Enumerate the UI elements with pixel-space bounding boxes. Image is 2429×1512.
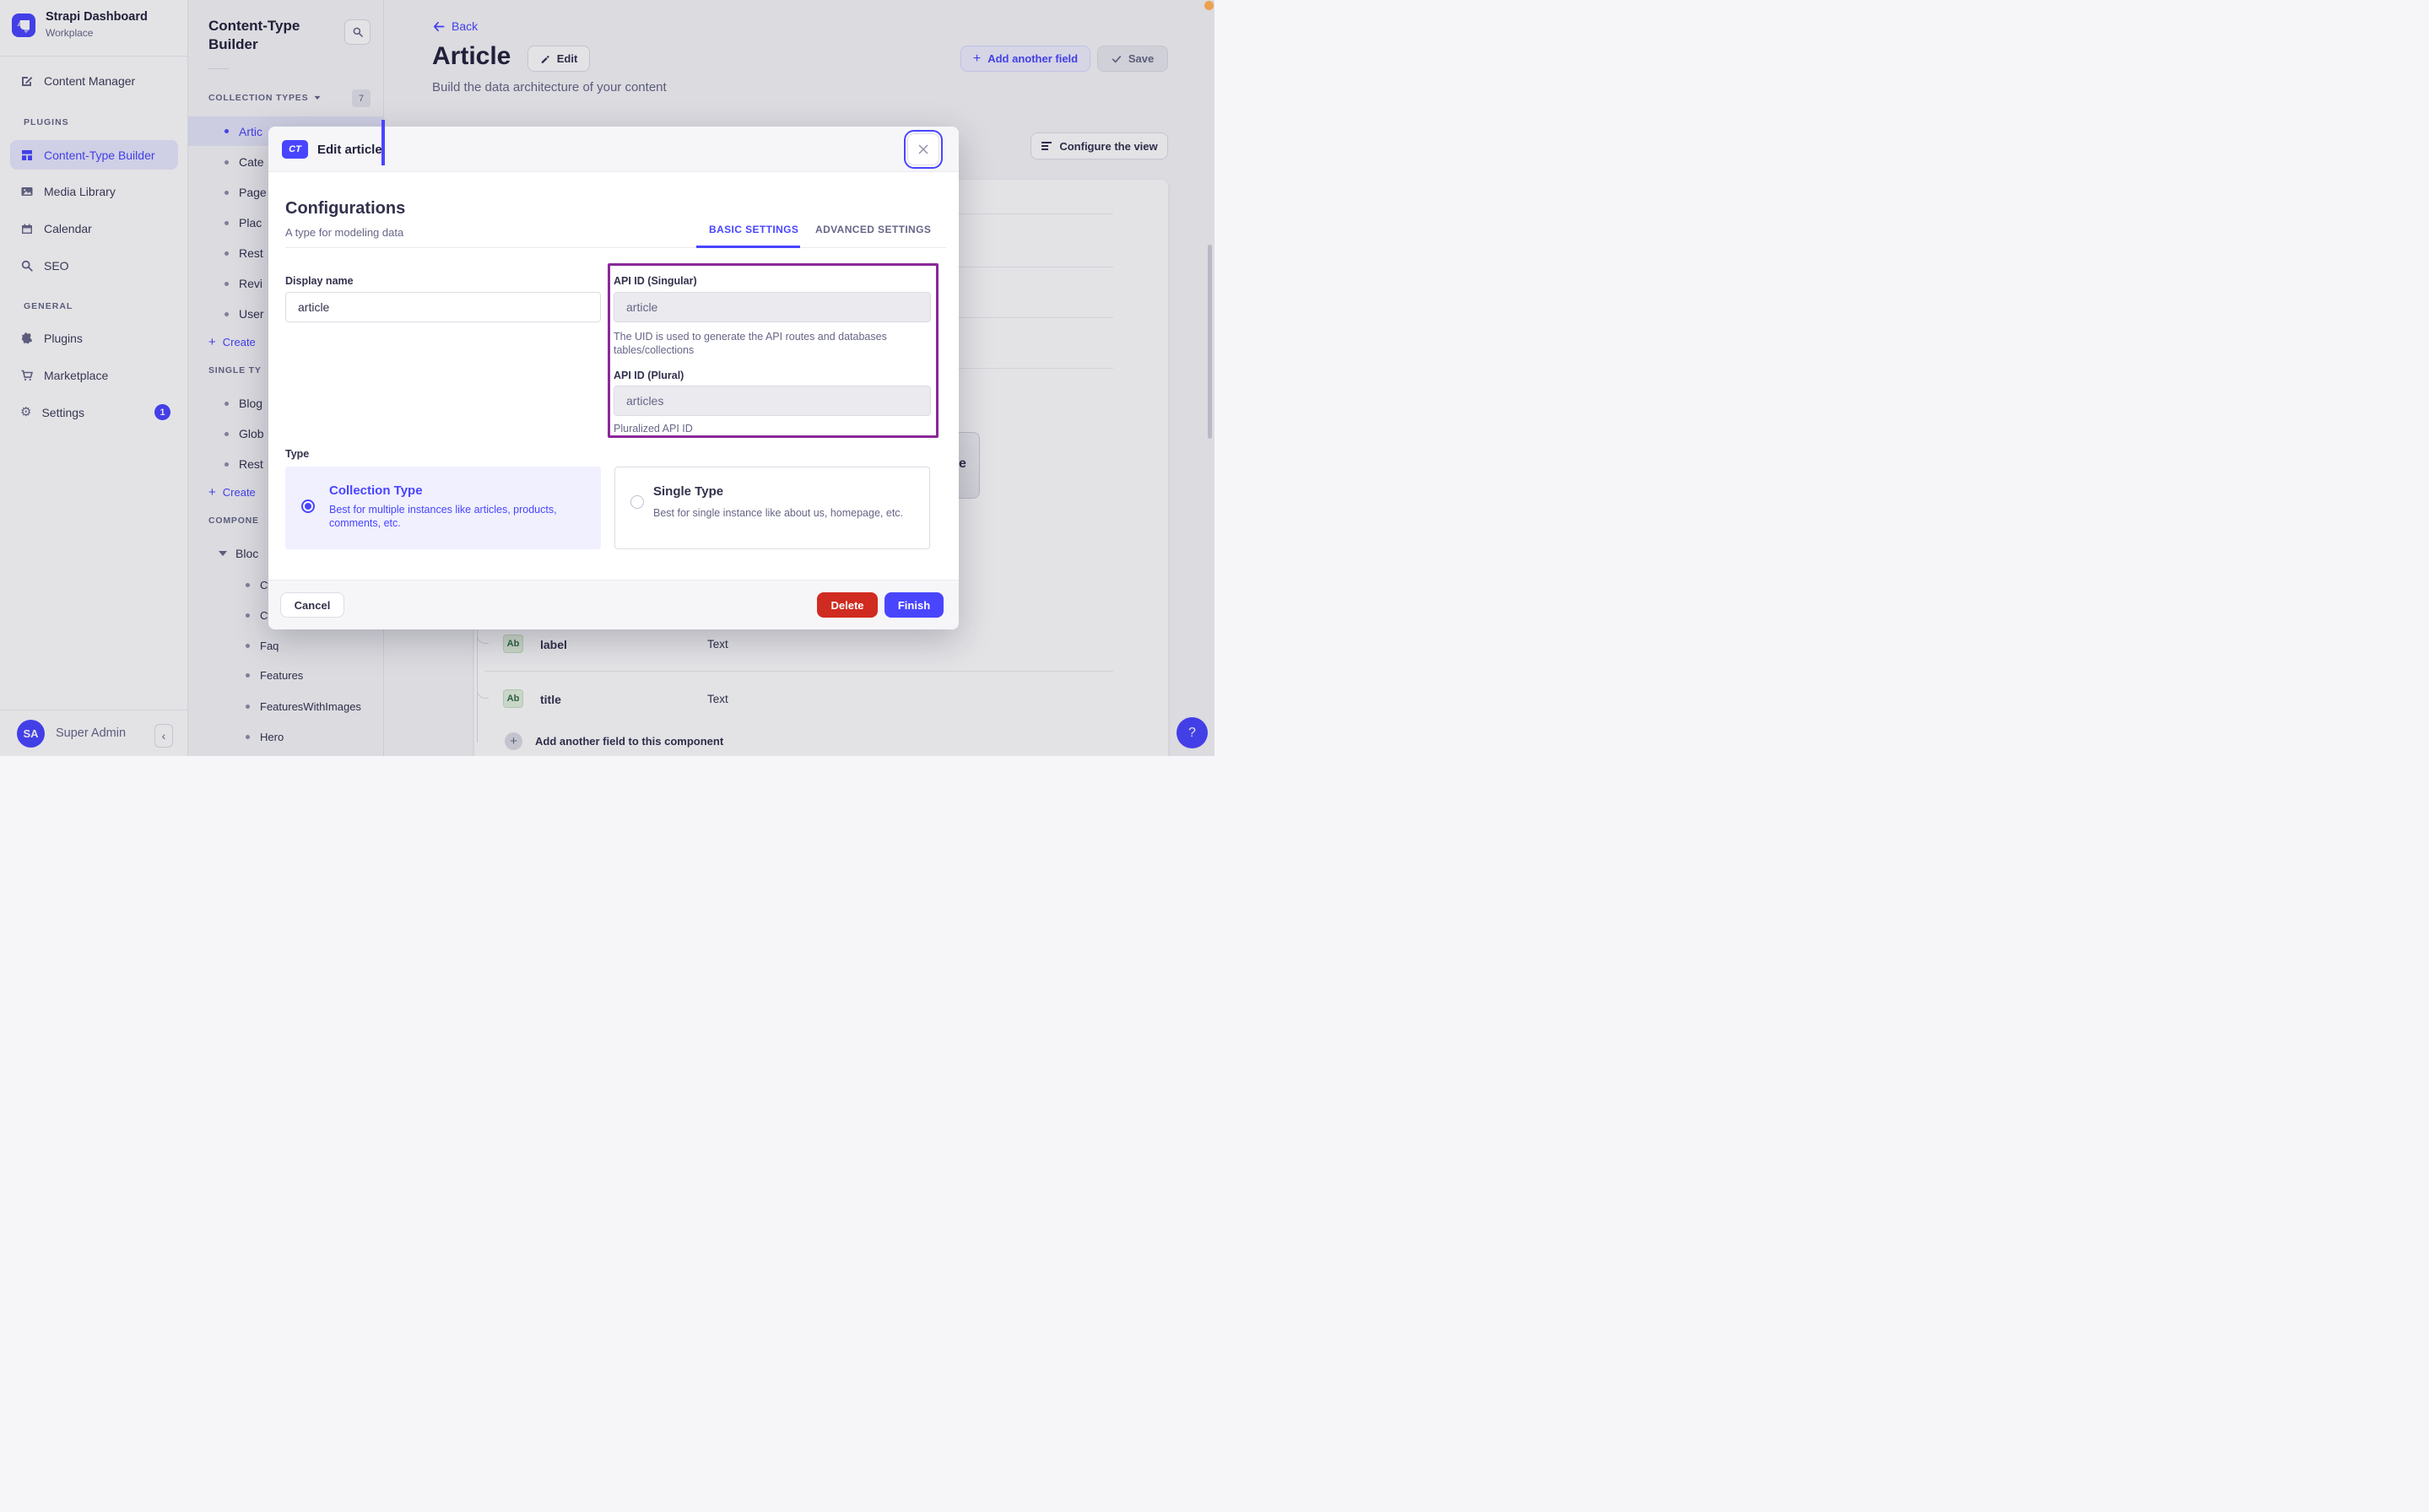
collection-type-desc: Best for multiple instances like article… — [329, 504, 557, 529]
modal-header: CT Edit article — [268, 127, 959, 172]
single-type-title: Single Type — [653, 484, 724, 499]
configurations-heading: Configurations — [285, 199, 406, 218]
active-tab-underline — [696, 246, 800, 248]
api-id-singular-helper: The UID is used to generate the API rout… — [614, 331, 887, 356]
close-modal-button[interactable] — [907, 133, 939, 165]
api-id-singular-input[interactable] — [614, 292, 931, 322]
tab-advanced-settings[interactable]: ADVANCED SETTINGS — [815, 224, 931, 235]
tab-basic-settings[interactable]: BASIC SETTINGS — [709, 224, 798, 235]
close-icon — [917, 143, 929, 155]
modal-title: Edit article — [317, 143, 382, 157]
content-type-badge: CT — [282, 140, 308, 159]
screen: Strapi Dashboard Workplace Content Manag… — [0, 0, 1214, 756]
active-item-indicator-bar — [381, 120, 385, 165]
cancel-button[interactable]: Cancel — [280, 592, 344, 618]
collection-type-card[interactable]: Collection Type Best for multiple instan… — [285, 467, 601, 549]
edit-article-modal: CT Edit article Configurations A type fo… — [268, 127, 959, 629]
finish-button[interactable]: Finish — [885, 592, 944, 618]
configurations-subheading: A type for modeling data — [285, 226, 404, 239]
radio-selected-icon[interactable] — [301, 500, 315, 513]
api-id-plural-input[interactable] — [614, 386, 931, 416]
api-id-plural-label: API ID (Plural) — [614, 370, 684, 381]
single-type-desc: Best for single instance like about us, … — [653, 507, 904, 519]
display-name-input[interactable] — [285, 292, 601, 322]
single-type-card[interactable]: Single Type Best for single instance lik… — [614, 467, 930, 549]
display-name-label: Display name — [285, 275, 354, 287]
tabs-divider — [285, 247, 946, 248]
notification-dot — [1204, 1, 1214, 10]
delete-button[interactable]: Delete — [817, 592, 878, 618]
collection-type-title: Collection Type — [329, 483, 423, 498]
modal-footer: Cancel Delete Finish — [268, 580, 959, 629]
radio-unselected-icon[interactable] — [630, 495, 644, 509]
api-id-singular-label: API ID (Singular) — [614, 275, 697, 287]
type-label: Type — [285, 448, 310, 460]
api-id-plural-helper: Pluralized API ID — [614, 423, 693, 435]
